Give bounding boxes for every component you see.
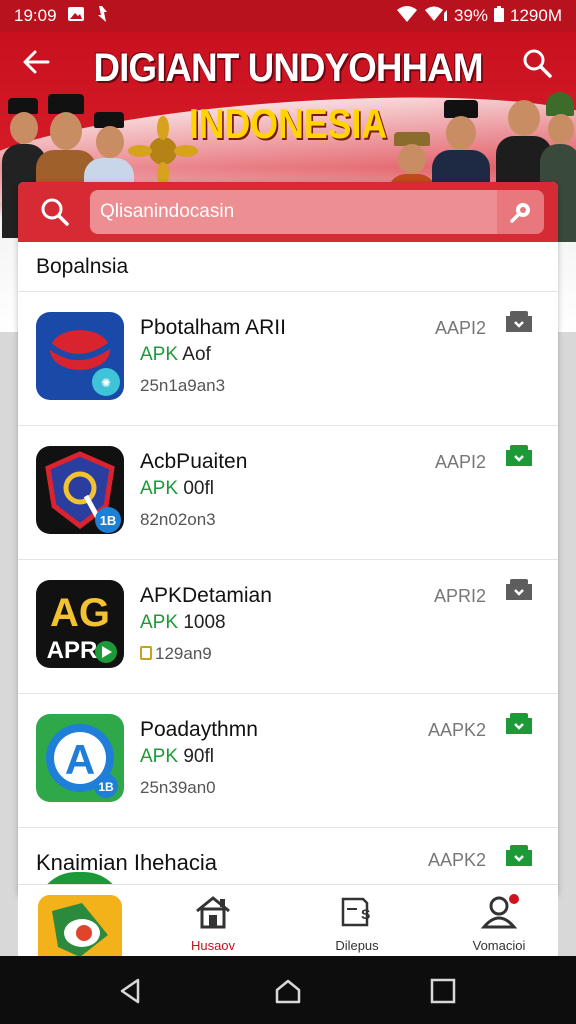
app-type-rest: 00fl <box>183 478 214 499</box>
system-back-button[interactable] <box>116 976 146 1006</box>
nav-label: Dilepus <box>335 938 379 953</box>
system-navigation-bar <box>0 956 576 1024</box>
circle-home-icon <box>275 979 301 1004</box>
app-type: APK 00fl <box>140 478 214 500</box>
app-notification-icon <box>95 5 109 28</box>
app-date: 82n02on3 <box>140 510 216 529</box>
apk-tag: APK <box>140 612 179 633</box>
app-list-item[interactable]: 1B AcbPuaiten APK 00fl 82n02on3 AAPI2 <box>18 426 558 560</box>
app-version: AAPK2 <box>427 850 486 870</box>
app-icon: 1B <box>36 446 124 534</box>
notification-badge <box>508 893 520 905</box>
app-list-card: Bopalnsia ✺ Pbotalham ARII APK Aof 25n1a… <box>18 182 558 894</box>
app-date-text: 129an9 <box>155 644 212 663</box>
search-go-icon <box>509 203 530 223</box>
search-bar <box>18 182 558 242</box>
section-title: Bopalnsia <box>18 242 558 292</box>
download-button[interactable] <box>504 310 534 334</box>
apk-tag: APK <box>140 746 179 767</box>
svg-text:APR: APR <box>47 637 98 664</box>
app-name: Poadaythmn <box>140 718 258 741</box>
download-button[interactable] <box>504 844 534 868</box>
home-icon <box>196 896 230 929</box>
app-type-rest: 1008 <box>183 612 226 633</box>
download-icon <box>506 579 532 600</box>
app-icon: ✺ <box>36 312 124 400</box>
app-version: AAPI2 <box>434 452 486 472</box>
svg-text:✺: ✺ <box>101 376 111 390</box>
status-bar: 19:09 39% 1290M <box>0 0 576 32</box>
app-type-rest: 90fl <box>183 746 214 767</box>
app-list-item[interactable]: A 1B Poadaythmn APK 90fl 25n39an0 AAPK2 <box>18 694 558 828</box>
search-field[interactable] <box>90 190 544 234</box>
search-icon[interactable] <box>40 197 70 227</box>
app-icon: A 1B <box>36 714 124 802</box>
status-clock-right: 1290M <box>510 6 562 25</box>
triangle-back-icon <box>120 978 140 1004</box>
app-date: 129an9 <box>140 644 212 664</box>
nav-label: Husaov <box>190 938 236 953</box>
nav-downloads[interactable]: S Dilepus <box>312 895 402 953</box>
apk-tag: APK <box>140 344 179 365</box>
app-type-rest: Aof <box>182 344 211 365</box>
nav-label: Vomacioi <box>472 938 526 953</box>
arrow-left-icon <box>23 50 50 74</box>
app-list-item[interactable]: AG APR APKDetamian APK 1008 129an9 APRI2 <box>18 560 558 694</box>
banner-title: DIGIANT UNDYOHHAM <box>93 46 483 90</box>
banner-subtitle: INDONESIA <box>188 100 388 147</box>
app-date: 25n39an0 <box>140 778 216 797</box>
app-version: AAPK2 <box>427 720 486 740</box>
back-button[interactable] <box>22 48 58 84</box>
image-notification-icon <box>67 6 85 27</box>
svg-text:AG: AG <box>50 591 110 635</box>
download-icon <box>506 311 532 332</box>
app-type: APK 90fl <box>140 746 214 768</box>
search-submit-button[interactable] <box>497 190 544 234</box>
app-name: APKDetamian <box>140 584 272 607</box>
svg-text:A: A <box>65 736 95 783</box>
signal-icon <box>424 6 448 27</box>
calendar-icon <box>140 646 152 660</box>
search-input[interactable] <box>100 201 498 223</box>
apk-tag: APK <box>140 478 179 499</box>
system-recents-button[interactable] <box>428 976 458 1006</box>
app-name: Knaimian Ihehacia <box>36 850 218 875</box>
app-type: APK 1008 <box>140 612 226 634</box>
featured-app-icon[interactable] <box>38 895 122 957</box>
battery-percent: 39% <box>453 6 489 25</box>
battery-icon <box>494 5 505 27</box>
app-version: APRI2 <box>433 586 486 606</box>
app-name: Pbotalham ARII <box>140 316 286 339</box>
wifi-icon <box>396 5 418 27</box>
header-search-button[interactable] <box>522 48 558 84</box>
svg-text:S: S <box>361 906 370 922</box>
svg-text:1B: 1B <box>100 513 117 528</box>
download-button[interactable] <box>504 712 534 736</box>
app-date: 25n1a9an3 <box>140 376 226 395</box>
download-icon <box>506 713 532 734</box>
download-button[interactable] <box>504 444 534 468</box>
search-icon <box>523 49 552 78</box>
nav-home[interactable]: Husaov <box>168 895 258 953</box>
app-version: AAPI2 <box>434 318 486 338</box>
downloads-icon: S <box>341 897 370 927</box>
status-right: 39% 1290M <box>396 5 562 27</box>
app-list-item[interactable]: ✺ Pbotalham ARII APK Aof 25n1a9an3 AAPI2 <box>18 292 558 426</box>
nav-profile[interactable]: Vomacioi <box>454 893 544 953</box>
square-recents-icon <box>430 978 456 1004</box>
bottom-navigation: Husaov S Dilepus Vomacioi <box>18 884 558 957</box>
app-name: AcbPuaiten <box>140 450 248 473</box>
download-icon <box>506 845 532 866</box>
download-icon <box>506 445 532 466</box>
system-home-button[interactable] <box>273 976 303 1006</box>
app-type: APK Aof <box>140 344 211 366</box>
svg-text:1B: 1B <box>98 780 114 794</box>
app-icon: AG APR <box>36 580 124 668</box>
download-button[interactable] <box>504 578 534 602</box>
status-time: 19:09 <box>14 6 57 25</box>
status-left: 19:09 <box>14 5 109 28</box>
